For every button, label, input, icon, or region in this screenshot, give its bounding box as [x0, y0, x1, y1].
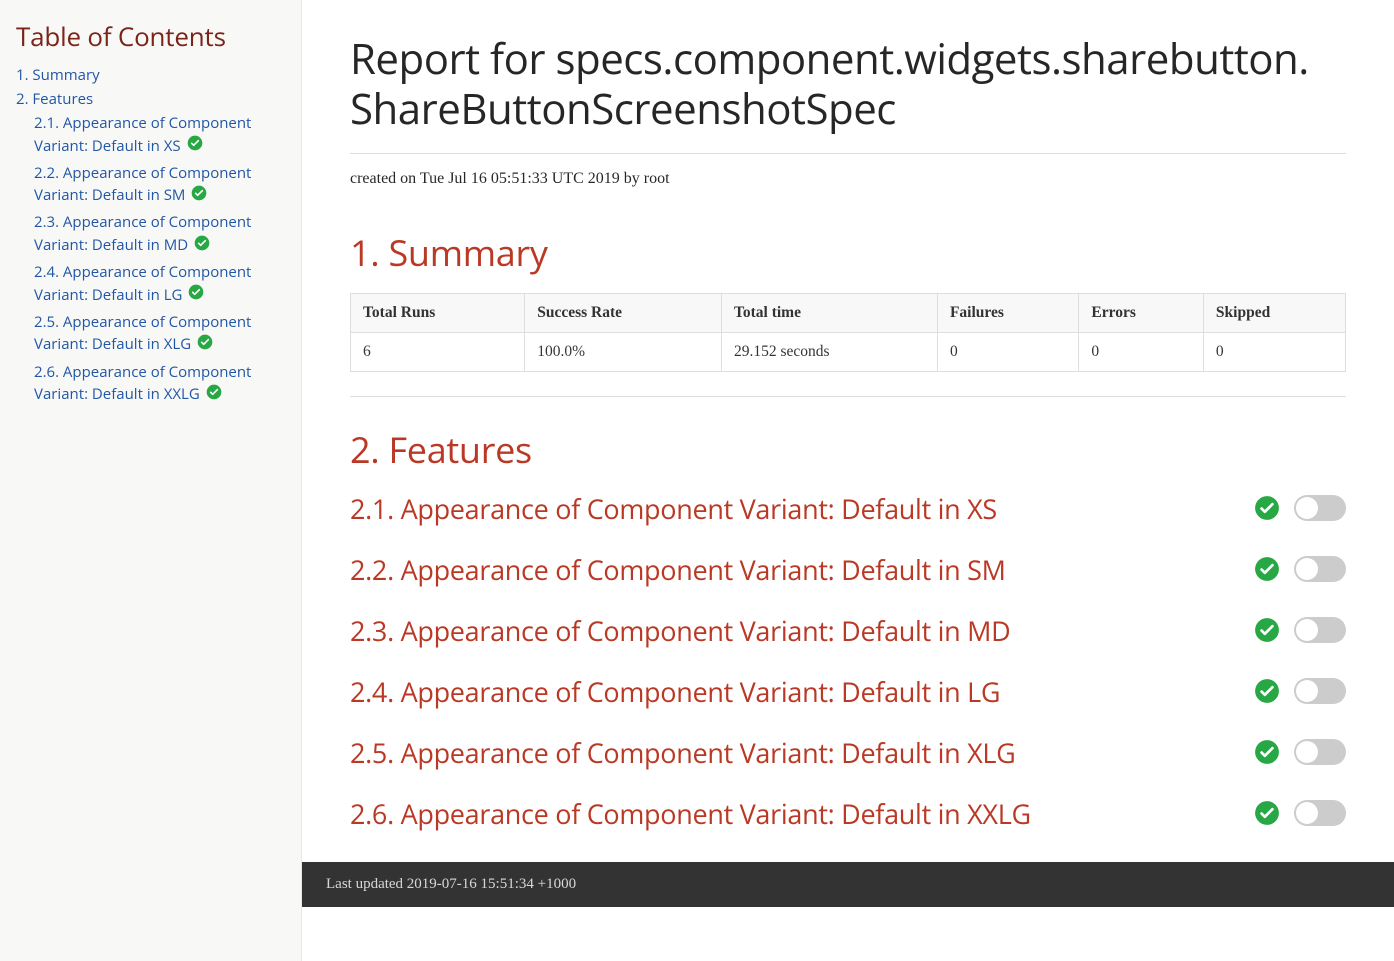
toggle-knob — [1296, 741, 1318, 763]
toc-subitem: 2.1. Appearance of Component Variant: De… — [34, 112, 285, 158]
feature-title: 2.6. Appearance of Component Variant: De… — [350, 795, 1031, 832]
feature-controls — [1254, 617, 1346, 643]
toc-subitem: 2.5. Appearance of Component Variant: De… — [34, 311, 285, 357]
feature-title: 2.1. Appearance of Component Variant: De… — [350, 490, 997, 527]
table-header-row: Total Runs Success Rate Total time Failu… — [351, 293, 1346, 332]
main-content: Report for specs.component.widgets.share… — [302, 0, 1394, 961]
toc-subitem: 2.3. Appearance of Component Variant: De… — [34, 211, 285, 257]
th-failures: Failures — [937, 293, 1078, 332]
features-container: 2.1. Appearance of Component Variant: De… — [350, 490, 1346, 832]
th-success-rate: Success Rate — [525, 293, 722, 332]
toc-sidebar: Table of Contents 1. Summary 2. Features… — [0, 0, 302, 961]
feature-row: 2.3. Appearance of Component Variant: De… — [350, 612, 1346, 649]
toc-link[interactable]: 2.5. Appearance of Component Variant: De… — [34, 312, 251, 355]
expand-toggle[interactable] — [1294, 739, 1346, 765]
feature-row: 2.2. Appearance of Component Variant: De… — [350, 551, 1346, 588]
check-circle-icon — [1254, 617, 1280, 643]
td-success-rate: 100.0% — [525, 332, 722, 371]
divider — [350, 396, 1346, 397]
footer: Last updated 2019-07-16 15:51:34 +1000 — [302, 862, 1394, 907]
check-circle-icon — [1254, 495, 1280, 521]
toc-link[interactable]: 2.1. Appearance of Component Variant: De… — [34, 113, 251, 156]
toc-link[interactable]: 2.3. Appearance of Component Variant: De… — [34, 212, 251, 255]
th-skipped: Skipped — [1203, 293, 1345, 332]
expand-toggle[interactable] — [1294, 556, 1346, 582]
toc-item-features: 2. Features 2.1. Appearance of Component… — [16, 88, 285, 407]
toc-item-summary: 1. Summary — [16, 64, 285, 87]
toggle-knob — [1296, 680, 1318, 702]
toc-subitem: 2.4. Appearance of Component Variant: De… — [34, 261, 285, 307]
check-circle-icon — [206, 384, 222, 407]
check-circle-icon — [1254, 800, 1280, 826]
toc-subitem: 2.2. Appearance of Component Variant: De… — [34, 162, 285, 208]
check-circle-icon — [1254, 739, 1280, 765]
td-total-time: 29.152 seconds — [721, 332, 937, 371]
summary-heading: 1. Summary — [350, 228, 1346, 277]
feature-row: 2.4. Appearance of Component Variant: De… — [350, 673, 1346, 710]
page-title: Report for specs.component.widgets.share… — [350, 34, 1346, 135]
feature-controls — [1254, 556, 1346, 582]
td-total-runs: 6 — [351, 332, 525, 371]
check-circle-icon — [187, 135, 203, 158]
toc-link-features[interactable]: 2. Features — [16, 89, 93, 109]
th-total-runs: Total Runs — [351, 293, 525, 332]
td-failures: 0 — [937, 332, 1078, 371]
expand-toggle[interactable] — [1294, 800, 1346, 826]
summary-table: Total Runs Success Rate Total time Failu… — [350, 293, 1346, 372]
toc-link[interactable]: 2.4. Appearance of Component Variant: De… — [34, 262, 251, 305]
expand-toggle[interactable] — [1294, 495, 1346, 521]
footer-text: Last updated 2019-07-16 15:51:34 +1000 — [326, 876, 576, 892]
feature-row: 2.5. Appearance of Component Variant: De… — [350, 734, 1346, 771]
td-errors: 0 — [1079, 332, 1203, 371]
feature-title: 2.2. Appearance of Component Variant: De… — [350, 551, 1006, 588]
feature-controls — [1254, 800, 1346, 826]
th-errors: Errors — [1079, 293, 1203, 332]
feature-controls — [1254, 495, 1346, 521]
feature-title: 2.4. Appearance of Component Variant: De… — [350, 673, 1000, 710]
check-circle-icon — [1254, 678, 1280, 704]
features-heading: 2. Features — [350, 425, 1346, 474]
toggle-knob — [1296, 497, 1318, 519]
expand-toggle[interactable] — [1294, 617, 1346, 643]
toc-link-summary[interactable]: 1. Summary — [16, 65, 100, 85]
toc-sublist: 2.1. Appearance of Component Variant: De… — [16, 112, 285, 406]
toc-list: 1. Summary 2. Features 2.1. Appearance o… — [16, 64, 285, 406]
feature-controls — [1254, 678, 1346, 704]
th-total-time: Total time — [721, 293, 937, 332]
feature-controls — [1254, 739, 1346, 765]
toc-title: Table of Contents — [16, 18, 285, 54]
expand-toggle[interactable] — [1294, 678, 1346, 704]
toggle-knob — [1296, 619, 1318, 641]
td-skipped: 0 — [1203, 332, 1345, 371]
feature-title: 2.5. Appearance of Component Variant: De… — [350, 734, 1016, 771]
divider — [350, 153, 1346, 154]
toc-link[interactable]: 2.2. Appearance of Component Variant: De… — [34, 163, 251, 206]
feature-title: 2.3. Appearance of Component Variant: De… — [350, 612, 1010, 649]
feature-row: 2.1. Appearance of Component Variant: De… — [350, 490, 1346, 527]
toggle-knob — [1296, 802, 1318, 824]
check-circle-icon — [188, 284, 204, 307]
check-circle-icon — [191, 185, 207, 208]
check-circle-icon — [197, 334, 213, 357]
feature-row: 2.6. Appearance of Component Variant: De… — [350, 795, 1346, 832]
toggle-knob — [1296, 558, 1318, 580]
check-circle-icon — [1254, 556, 1280, 582]
table-row: 6 100.0% 29.152 seconds 0 0 0 — [351, 332, 1346, 371]
check-circle-icon — [194, 235, 210, 258]
created-meta: created on Tue Jul 16 05:51:33 UTC 2019 … — [350, 170, 1346, 188]
toc-subitem: 2.6. Appearance of Component Variant: De… — [34, 361, 285, 407]
